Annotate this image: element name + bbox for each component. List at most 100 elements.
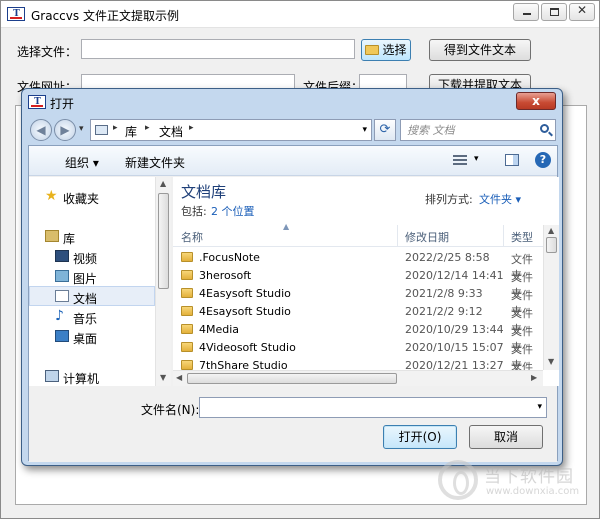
includes-label: 包括: bbox=[181, 205, 207, 218]
dialog-body: 组织 ▾ 新建文件夹 ▾ ? ★ 收藏夹 库 视频 图片 文档 ♪ 音乐 桌面 … bbox=[28, 145, 559, 462]
back-arrow-icon: ◀ bbox=[36, 123, 46, 137]
close-icon: ✕ bbox=[576, 3, 588, 17]
computer-icon bbox=[45, 370, 59, 382]
choose-button[interactable]: 选择 bbox=[361, 39, 411, 61]
dialog-titlebar: T 打开 x bbox=[22, 89, 562, 115]
search-icon[interactable] bbox=[540, 124, 549, 133]
window-controls: ✕ bbox=[513, 3, 595, 21]
file-list-vertical-scrollbar[interactable]: ▲ ▼ bbox=[543, 225, 559, 370]
nav-item-music[interactable]: ♪ 音乐 bbox=[29, 307, 155, 327]
table-row[interactable]: 7thShare Studio 2020/12/21 13:27 文件夹 bbox=[173, 357, 543, 370]
nav-item-label: 计算机 bbox=[63, 372, 100, 386]
file-date: 2020/12/14 14:41 bbox=[405, 269, 504, 282]
includes-locations-link[interactable]: 2 个位置 bbox=[211, 203, 255, 219]
table-row[interactable]: 4Media 2020/10/29 13:44 文件夹 bbox=[173, 321, 543, 354]
chevron-right-icon[interactable]: ▸ bbox=[145, 123, 150, 133]
back-button[interactable]: ◀ bbox=[30, 119, 52, 141]
nav-item-computer[interactable]: 计算机 bbox=[29, 367, 155, 387]
nav-item-videos[interactable]: 视频 bbox=[29, 247, 155, 267]
breadcrumb[interactable]: ▸ 库 ▸ 文档 ▸ ▾ bbox=[90, 119, 372, 141]
arrange-by-dropdown[interactable]: 文件夹 ▾ bbox=[479, 191, 521, 207]
column-header-name[interactable]: 名称 bbox=[181, 229, 203, 245]
folder-icon bbox=[181, 252, 193, 262]
change-view-icon[interactable] bbox=[453, 155, 467, 166]
folder-icon bbox=[181, 288, 193, 298]
watermark-logo-icon bbox=[438, 460, 478, 500]
file-name: 4Media bbox=[199, 323, 240, 336]
file-name: 3herosoft bbox=[199, 269, 252, 282]
scroll-right-icon[interactable]: ▶ bbox=[531, 373, 537, 382]
scrollbar-thumb[interactable] bbox=[546, 237, 557, 253]
scrollbar-thumb[interactable] bbox=[187, 373, 397, 384]
nav-item-label: 图片 bbox=[73, 272, 98, 286]
music-note-icon: ♪ bbox=[55, 308, 64, 324]
open-file-dialog: T 打开 x ◀ ▶ ▾ ▸ 库 ▸ 文档 ▸ ▾ ⟳ 组织 ▾ 新建文件夹 ▾… bbox=[21, 88, 563, 466]
scrollbar-thumb[interactable] bbox=[158, 193, 169, 289]
table-row[interactable]: 4Esaysoft Studio 2021/2/2 9:12 文件夹 bbox=[173, 303, 543, 336]
nav-item-favorites[interactable]: ★ 收藏夹 bbox=[29, 187, 155, 207]
file-name: .FocusNote bbox=[199, 251, 260, 264]
window-title: Graccvs 文件正文提取示例 bbox=[31, 9, 179, 23]
maximize-button[interactable] bbox=[541, 3, 567, 21]
table-row[interactable]: 3herosoft 2020/12/14 14:41 文件夹 bbox=[173, 267, 543, 300]
table-row[interactable]: 4Videosoft Studio 2020/10/15 15:07 文件夹 bbox=[173, 339, 543, 372]
document-library-icon bbox=[55, 290, 69, 302]
filename-combobox[interactable]: ▾ bbox=[199, 397, 547, 418]
address-dropdown-icon[interactable]: ▾ bbox=[362, 125, 367, 135]
address-bar: ◀ ▶ ▾ ▸ 库 ▸ 文档 ▸ ▾ ⟳ bbox=[28, 117, 558, 143]
forward-button[interactable]: ▶ bbox=[54, 119, 76, 141]
minimize-button[interactable] bbox=[513, 3, 539, 21]
main-titlebar: T Graccvs 文件正文提取示例 ✕ bbox=[1, 1, 599, 28]
column-headers: ▲ 名称 修改日期 类型 bbox=[173, 222, 543, 247]
breadcrumb-documents[interactable]: 文档 bbox=[159, 123, 183, 140]
close-button[interactable]: ✕ bbox=[569, 3, 595, 21]
sort-indicator-icon: ▲ bbox=[283, 222, 290, 231]
file-date: 2021/2/8 9:33 bbox=[405, 287, 483, 300]
column-header-type[interactable]: 类型 bbox=[511, 229, 533, 245]
dialog-close-button[interactable]: x bbox=[516, 92, 556, 110]
column-header-date[interactable]: 修改日期 bbox=[405, 229, 449, 245]
file-date: 2021/2/2 9:12 bbox=[405, 305, 483, 318]
library-title: 文档库 bbox=[181, 183, 227, 201]
nav-scrollbar[interactable]: ▲ ▼ bbox=[155, 177, 171, 386]
arrange-by-label: 排列方式: bbox=[425, 193, 473, 206]
chevron-right-icon[interactable]: ▸ bbox=[113, 123, 118, 133]
view-dropdown-icon[interactable]: ▾ bbox=[474, 154, 479, 164]
new-folder-button[interactable]: 新建文件夹 bbox=[125, 154, 185, 171]
preview-pane-icon[interactable] bbox=[505, 154, 519, 166]
chevron-down-icon[interactable]: ▾ bbox=[537, 402, 542, 412]
cancel-button[interactable]: 取消 bbox=[469, 425, 543, 449]
star-icon: ★ bbox=[45, 188, 58, 204]
open-button[interactable]: 打开(O) bbox=[383, 425, 457, 449]
get-text-button[interactable]: 得到文件文本 bbox=[429, 39, 531, 61]
table-row[interactable]: .FocusNote 2022/2/25 8:58 文件夹 bbox=[173, 249, 543, 282]
nav-item-documents[interactable]: 文档 bbox=[29, 286, 155, 306]
app-logo-icon: T bbox=[7, 7, 25, 21]
file-name: 4Videosoft Studio bbox=[199, 341, 296, 354]
scroll-up-icon[interactable]: ▲ bbox=[160, 179, 166, 188]
scroll-left-icon[interactable]: ◀ bbox=[176, 373, 182, 382]
watermark-url: www.downxia.com bbox=[486, 486, 580, 497]
table-row[interactable]: 4Easysoft Studio 2021/2/8 9:33 文件夹 bbox=[173, 285, 543, 318]
chevron-right-icon[interactable]: ▸ bbox=[189, 123, 194, 133]
organize-button[interactable]: 组织 ▾ bbox=[65, 154, 99, 171]
filename-input[interactable] bbox=[200, 398, 520, 417]
search-input[interactable] bbox=[401, 120, 531, 140]
nav-item-libraries[interactable]: 库 bbox=[29, 227, 155, 247]
folder-icon bbox=[181, 324, 193, 334]
scroll-up-icon[interactable]: ▲ bbox=[548, 226, 554, 235]
nav-item-desktop[interactable]: 桌面 bbox=[29, 327, 155, 347]
refresh-button[interactable]: ⟳ bbox=[374, 119, 396, 141]
scroll-down-icon[interactable]: ▼ bbox=[160, 373, 166, 382]
search-box[interactable] bbox=[400, 119, 556, 141]
select-file-field[interactable] bbox=[81, 39, 355, 59]
scroll-down-icon[interactable]: ▼ bbox=[548, 357, 554, 366]
help-icon[interactable]: ? bbox=[535, 152, 551, 168]
file-list-pane: 文档库 包括: 2 个位置 排列方式: 文件夹 ▾ ▲ 名称 修改日期 类型 .… bbox=[173, 177, 559, 386]
file-date: 2020/12/21 13:27 bbox=[405, 359, 504, 370]
nav-item-pictures[interactable]: 图片 bbox=[29, 267, 155, 287]
nav-item-label: 音乐 bbox=[73, 312, 98, 326]
recent-locations-dropdown-icon[interactable]: ▾ bbox=[79, 124, 84, 134]
breadcrumb-libraries[interactable]: 库 bbox=[125, 123, 137, 140]
file-list-horizontal-scrollbar[interactable]: ◀ ▶ bbox=[173, 370, 543, 386]
